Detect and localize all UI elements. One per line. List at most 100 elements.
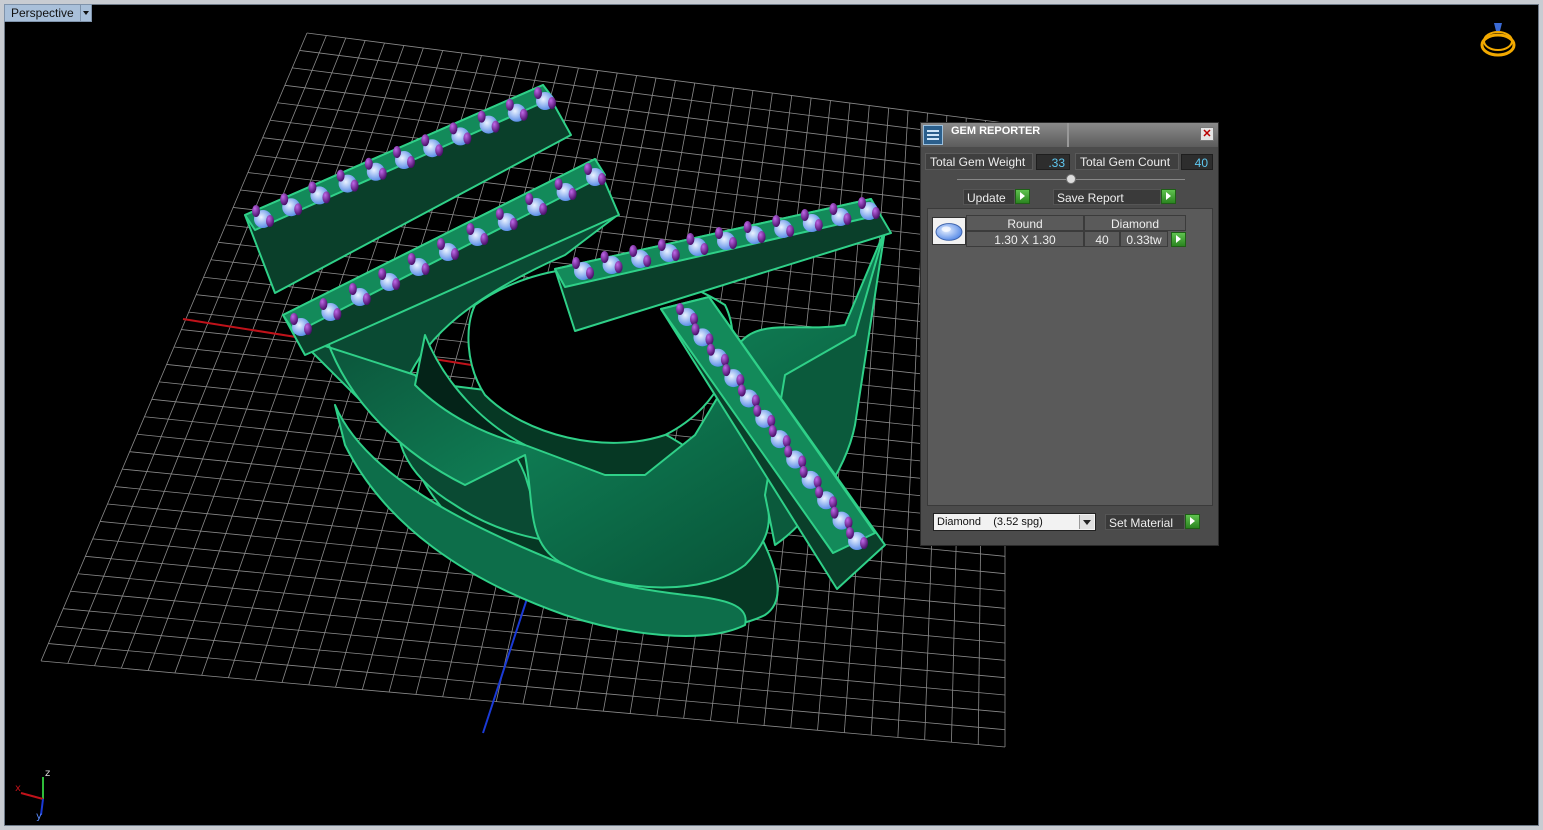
gem-count-cell: 40	[1084, 231, 1120, 247]
gem-size-slider-handle[interactable]	[1066, 174, 1076, 184]
gem-prong	[477, 110, 486, 123]
gem-prong	[858, 197, 866, 209]
gem-prong	[720, 353, 729, 366]
gem-prong	[519, 108, 528, 121]
set-material-button[interactable]: Set Material	[1105, 514, 1185, 530]
total-gem-count-label: Total Gem Count	[1075, 153, 1179, 170]
gem-prong	[437, 238, 445, 250]
total-gem-count-value: 40	[1181, 154, 1213, 170]
viewport-label[interactable]: Perspective	[4, 4, 81, 22]
scene-3d[interactable]	[5, 5, 1539, 826]
gem-prong	[815, 486, 824, 499]
gem-prong	[548, 97, 556, 109]
update-button[interactable]: Update	[963, 189, 1015, 205]
perspective-viewport[interactable]: z x y	[4, 4, 1539, 826]
axis-x-label: x	[15, 783, 21, 794]
gem-prong	[539, 203, 548, 215]
gem-prong	[751, 394, 760, 407]
gem-prong	[706, 343, 715, 356]
gem-prong	[466, 223, 475, 235]
gem-prong	[266, 215, 274, 227]
gem-prong	[407, 156, 415, 168]
gem-row-go-icon[interactable]	[1171, 232, 1186, 247]
update-go-icon[interactable]	[1015, 189, 1030, 204]
gem-prong	[280, 193, 289, 206]
round-gem-icon[interactable]	[932, 217, 966, 245]
material-select[interactable]: Diamond (3.52 spg)	[933, 513, 1096, 531]
gem-prong	[308, 181, 317, 194]
gem-reporter-icon	[923, 125, 943, 145]
gem-prong	[421, 263, 430, 275]
gem-shape-header: Round	[966, 215, 1084, 231]
gem-prong	[421, 134, 430, 147]
gem-prong	[586, 267, 594, 279]
grid-line	[48, 643, 1006, 731]
grid-line	[55, 625, 1006, 713]
gem-prong	[643, 255, 652, 267]
axis-z-label: z	[45, 768, 50, 779]
save-report-button[interactable]: Save Report	[1053, 189, 1161, 205]
gem-prong	[336, 169, 345, 182]
title-tab-divider	[1067, 123, 1069, 147]
grid-line	[63, 608, 1006, 696]
gem-prong	[757, 231, 766, 243]
gem-prong	[671, 249, 680, 261]
gem-prong	[435, 144, 444, 157]
gem-prong	[860, 537, 868, 549]
gem-prong	[736, 374, 745, 387]
gem-prong	[364, 157, 373, 170]
gem-prong	[598, 173, 606, 185]
gem-prong	[322, 191, 331, 204]
set-material-go-icon[interactable]	[1185, 514, 1200, 529]
gem-size-cell: 1.30 X 1.30	[966, 231, 1084, 247]
gem-prong	[768, 425, 777, 438]
gem-prong	[304, 323, 312, 335]
total-gem-weight-label: Total Gem Weight	[925, 153, 1033, 170]
gem-prong	[252, 205, 260, 217]
gem-list[interactable]: Round Diamond 1.30 X 1.30 40 0.33tw	[927, 208, 1213, 506]
gem-prong	[715, 227, 723, 239]
gem-prong	[505, 98, 514, 111]
gem-prong	[743, 221, 752, 233]
gem-weight-cell: 0.33tw	[1120, 231, 1168, 247]
gem-reporter-panel[interactable]: GEM REPORTER ✕ Total Gem Weight .33 Tota…	[920, 122, 1219, 546]
gem-prong	[350, 179, 359, 192]
gem-prong	[829, 203, 838, 215]
total-gem-weight-value: .33	[1036, 154, 1070, 170]
gem-prong	[830, 506, 839, 519]
gem-prong	[799, 465, 808, 478]
gem-prong	[629, 245, 638, 257]
gem-prong	[813, 475, 822, 488]
gem-prong	[495, 208, 504, 220]
gem-prong	[657, 239, 666, 251]
gem-prong	[600, 251, 609, 263]
gem-prong	[690, 313, 698, 325]
gem-prong	[348, 283, 357, 295]
gem-prong	[294, 203, 303, 216]
gem-prong	[407, 253, 416, 265]
gem-prong	[463, 132, 472, 145]
gem-prong	[843, 213, 852, 225]
gem-prong	[814, 219, 823, 231]
gem-reporter-titlebar[interactable]: GEM REPORTER ✕	[921, 123, 1218, 147]
gem-prong	[700, 243, 709, 255]
gem-prong	[568, 188, 577, 200]
chevron-down-icon[interactable]	[1079, 515, 1094, 529]
gem-prong	[509, 218, 518, 230]
ring-orientation-icon[interactable]	[1476, 19, 1520, 63]
gem-prong	[378, 268, 387, 280]
viewport-tab[interactable]: Perspective	[4, 4, 92, 22]
gem-prong	[572, 257, 580, 269]
chevron-down-icon[interactable]	[80, 4, 92, 22]
close-icon[interactable]: ✕	[1200, 127, 1214, 141]
gem-prong	[491, 120, 500, 133]
gem-prong	[392, 278, 401, 290]
gem-prong	[319, 298, 328, 310]
material-select-value: Diamond (3.52 spg)	[937, 516, 1043, 528]
grid-line	[40, 660, 1006, 748]
gem-prong	[844, 516, 853, 529]
gem-prong	[705, 333, 714, 346]
save-report-go-icon[interactable]	[1161, 189, 1176, 204]
gem-prong	[393, 146, 401, 158]
axis-gizmo: z x y	[15, 768, 50, 821]
